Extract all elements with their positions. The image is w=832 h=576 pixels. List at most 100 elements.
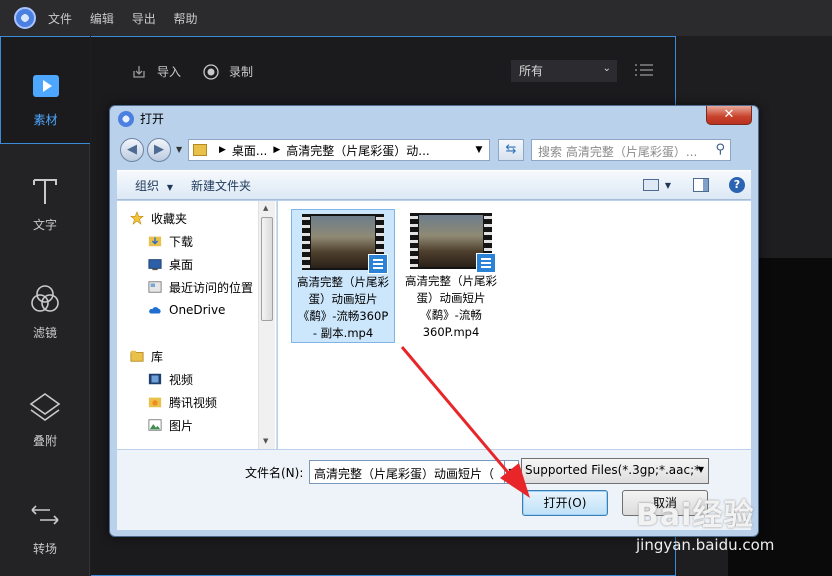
sidebar-item-label: 素材: [33, 113, 58, 127]
app-logo-icon: [14, 7, 36, 29]
chevron-down-icon: ▼: [697, 465, 704, 474]
nav-item-label: 桌面: [169, 257, 194, 272]
media-file-badge-icon: [368, 254, 388, 274]
scroll-up-icon[interactable]: ▲: [263, 204, 268, 212]
recent-places-icon: [148, 281, 162, 293]
nav-item-label: OneDrive: [169, 303, 226, 317]
import-label: 导入: [157, 65, 182, 79]
transition-icon: [31, 505, 59, 525]
preview-pane-icon[interactable]: [693, 178, 709, 192]
overlay-icon: [29, 393, 61, 421]
forward-arrow-icon: ▶: [154, 142, 164, 157]
nav-item-label: 收藏夹: [151, 211, 188, 226]
recent-locations-dropdown[interactable]: ▼: [176, 145, 182, 154]
nav-item-label: 最近访问的位置: [169, 280, 254, 295]
view-options-dropdown[interactable]: ▼: [665, 181, 671, 190]
organize-label: 组织: [135, 178, 160, 193]
folder-icon: [193, 144, 207, 156]
sidebar-item-label: 转场: [32, 542, 57, 556]
sidebar-item-label: 叠附: [32, 434, 57, 448]
search-icon: ⚲: [715, 142, 725, 157]
refresh-button[interactable]: ⇆: [498, 139, 524, 161]
nav-item-label: 下载: [169, 234, 194, 249]
menu-edit[interactable]: 编辑: [90, 12, 114, 26]
baidu-watermark: Bai经验 jingyan.baidu.com: [636, 490, 774, 554]
sidebar-item-media[interactable]: 素材: [0, 36, 90, 144]
pictures-library-icon: [148, 419, 162, 431]
address-bar[interactable]: ▶ 桌面... ▶ 高清完整（片尾彩蛋）动... ▼: [188, 139, 490, 161]
dialog-title-bar: 打开: [118, 110, 164, 127]
media-icon: [32, 75, 59, 97]
open-button[interactable]: 打开(O): [522, 490, 608, 516]
library-folder-icon: [130, 350, 144, 362]
close-button[interactable]: ✕: [706, 106, 752, 125]
file-name: 高清完整（片尾彩蛋）动画短片《鹬》-流畅360P.mp4: [405, 274, 497, 339]
chevron-down-icon: ⌄: [602, 63, 611, 74]
filename-input[interactable]: 高清完整（片尾彩蛋）动画短片（: [309, 460, 505, 484]
view-controls: ▼ ?: [642, 177, 745, 193]
watermark-logo: Bai经验: [636, 498, 755, 533]
command-bar: 组织 ▼ 新建文件夹 ▼ ?: [117, 170, 751, 200]
filter-value: 所有: [519, 64, 544, 78]
list-view-icon[interactable]: [635, 63, 653, 77]
back-button[interactable]: ◀: [120, 138, 144, 162]
desktop-icon: [148, 259, 162, 271]
search-input[interactable]: 搜索 高清完整（片尾彩蛋）... ⚲: [531, 139, 731, 161]
video-thumbnail-icon: [410, 213, 496, 273]
sidebar-item-overlay[interactable]: 叠附: [0, 362, 90, 470]
nav-item-favorites[interactable]: 收藏夹: [129, 207, 269, 229]
onedrive-cloud-icon: [149, 307, 161, 314]
refresh-icon: ⇆: [505, 142, 517, 157]
organize-button[interactable]: 组织 ▼: [135, 177, 173, 194]
file-type-select[interactable]: Supported Files(*.3gp;*.aac;* ▼: [521, 458, 709, 484]
media-file-badge-icon: [476, 253, 496, 273]
new-folder-button[interactable]: 新建文件夹: [191, 177, 251, 194]
navigation-pane: 收藏夹 下载 桌面 最近访问的位置 OneDrive 库 视频 腾讯视频 图片 …: [117, 201, 277, 449]
forward-button[interactable]: ▶: [147, 138, 171, 162]
nav-pane-scrollbar[interactable]: ▲ ▼: [258, 201, 275, 449]
file-item[interactable]: 高清完整（片尾彩蛋）动画短片《鹬》-流畅360P - 副本.mp4: [291, 209, 395, 343]
filename-dropdown[interactable]: ▼: [505, 460, 519, 484]
nav-item-label: 腾讯视频: [169, 395, 218, 410]
sidebar-item-text[interactable]: 文字: [0, 146, 90, 254]
menu-file[interactable]: 文件: [48, 12, 72, 26]
sidebar-item-filter[interactable]: 滤镜: [0, 254, 90, 362]
menu-help[interactable]: 帮助: [174, 12, 198, 26]
import-icon: [133, 65, 145, 78]
import-button[interactable]: 导入: [131, 63, 181, 80]
search-placeholder: 搜索 高清完整（片尾彩蛋）...: [538, 145, 698, 159]
text-icon: [33, 179, 57, 204]
record-label: 录制: [229, 65, 254, 79]
change-view-icon[interactable]: [642, 179, 659, 191]
address-dropdown[interactable]: ▼: [471, 140, 487, 160]
chevron-down-icon: ▼: [166, 182, 173, 192]
media-toolbar: 导入 录制: [131, 63, 275, 80]
dialog-title: 打开: [140, 112, 165, 126]
record-button[interactable]: 录制: [203, 63, 253, 80]
nav-item-libraries[interactable]: 库: [129, 345, 269, 367]
navigation-row: ◀ ▶ ▼ ▶ 桌面... ▶ 高清完整（片尾彩蛋）动... ▼ ⇆ 搜索 高清…: [118, 137, 750, 163]
file-type-value: Supported Files(*.3gp;*.aac;*: [525, 463, 701, 477]
breadcrumb-desktop[interactable]: 桌面...: [232, 142, 267, 159]
breadcrumb-separator-icon: ▶: [273, 145, 281, 155]
video-thumbnail-icon: [302, 214, 388, 274]
sidebar-item-label: 文字: [32, 218, 57, 232]
sidebar-item-label: 滤镜: [32, 326, 57, 340]
file-list: 高清完整（片尾彩蛋）动画短片《鹬》-流畅360P - 副本.mp4 高清完整（片…: [278, 201, 751, 449]
file-name: 高清完整（片尾彩蛋）动画短片《鹬》-流畅360P - 副本.mp4: [297, 275, 389, 340]
media-filter-select[interactable]: 所有 ⌄: [511, 60, 617, 82]
filter-icon: [31, 285, 59, 312]
downloads-folder-icon: [148, 236, 162, 247]
scrollbar-thumb[interactable]: [261, 217, 273, 321]
breadcrumb-folder[interactable]: 高清完整（片尾彩蛋）动...: [286, 142, 429, 159]
sidebar-item-transition[interactable]: 转场: [0, 470, 90, 576]
star-icon: [130, 211, 144, 225]
help-icon[interactable]: ?: [729, 177, 745, 193]
app-menu: 文件 编辑 导出 帮助: [48, 10, 212, 27]
watermark-url: jingyan.baidu.com: [636, 536, 775, 554]
breadcrumb-separator-icon: ▶: [219, 145, 226, 155]
nav-item-label: 图片: [169, 418, 194, 433]
file-item[interactable]: 高清完整（片尾彩蛋）动画短片《鹬》-流畅360P.mp4: [399, 209, 503, 343]
scroll-down-icon[interactable]: ▼: [263, 437, 268, 445]
menu-export[interactable]: 导出: [132, 12, 156, 26]
